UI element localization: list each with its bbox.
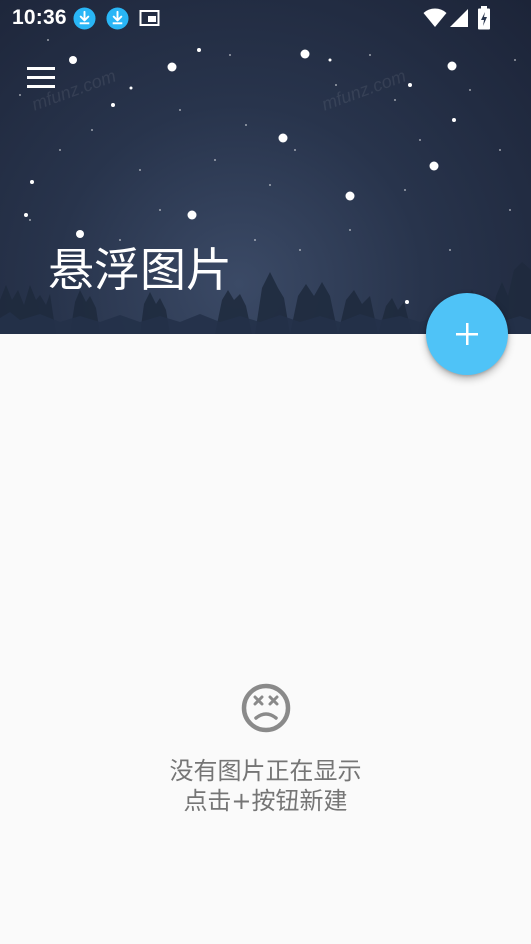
empty-hint: 点击+按钮新建	[183, 787, 348, 815]
hamburger-menu-icon	[27, 84, 55, 88]
hamburger-menu-icon	[27, 66, 55, 70]
picture-in-picture-icon	[139, 10, 160, 26]
menu-button[interactable]	[22, 61, 60, 93]
page-title: 悬浮图片	[48, 243, 232, 297]
wifi-icon	[423, 8, 447, 27]
add-floating-image-button[interactable]	[426, 293, 508, 375]
plus-icon	[456, 323, 478, 345]
status-time: 10:36	[12, 6, 67, 29]
signal-icon	[450, 9, 468, 27]
header-banner: mfunz.com mfunz.com 10:36 悬浮图片	[0, 0, 531, 334]
sad-face-icon	[241, 683, 290, 733]
hamburger-menu-icon	[27, 75, 55, 79]
empty-message: 没有图片正在显示	[169, 757, 362, 785]
download-icon	[73, 7, 96, 30]
status-bar: 10:36	[0, 0, 531, 36]
battery-charging-icon	[478, 6, 490, 30]
empty-state: 没有图片正在显示 点击+按钮新建	[0, 682, 531, 816]
download-icon	[106, 7, 129, 30]
